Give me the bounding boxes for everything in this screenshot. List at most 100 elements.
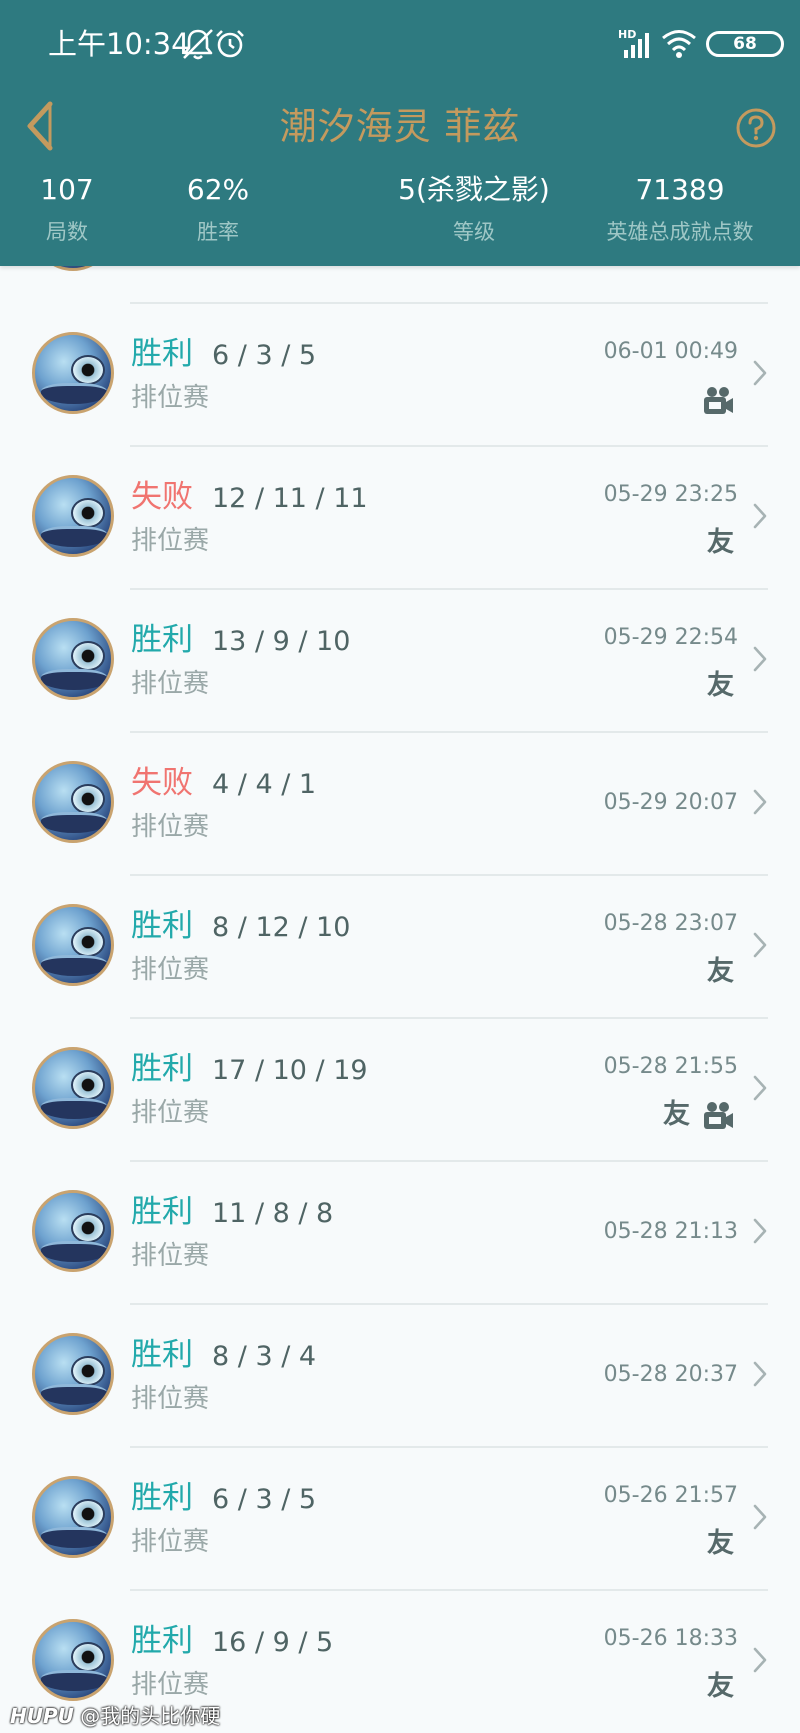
match-badges: 友 [707, 670, 734, 702]
match-time: 05-28 23:07 [603, 911, 738, 936]
match-badges: 友 [707, 527, 734, 559]
match-mode: 排位赛 [131, 1241, 210, 1271]
chevron-right-icon [753, 1361, 767, 1387]
list-item[interactable]: 失败 4 / 4 / 1 排位赛 05-29 20:07 [0, 731, 800, 874]
match-badges [702, 384, 734, 416]
avatar [32, 1476, 114, 1558]
match-list[interactable]: 胜利 6 / 3 / 5 排位赛 06-01 00:49 失败 12 / 11 / 11 排… [0, 159, 800, 1733]
chevron-right-icon [753, 1647, 767, 1673]
match-kda: 8 / 12 / 10 [212, 912, 351, 943]
match-time: 05-28 21:55 [603, 1054, 738, 1079]
match-kda: 12 / 11 / 11 [212, 483, 368, 514]
match-mode: 排位赛 [131, 526, 210, 556]
chevron-right-icon [753, 932, 767, 958]
match-kda: 17 / 10 / 19 [212, 1055, 368, 1086]
row-divider [130, 1589, 768, 1591]
row-divider [130, 588, 768, 590]
avatar [32, 618, 114, 700]
row-divider [130, 1446, 768, 1448]
friend-badge: 友 [707, 670, 734, 701]
avatar [32, 761, 114, 843]
match-badges: 友 [707, 956, 734, 988]
chevron-right-icon [753, 1218, 767, 1244]
match-badges: 友 [663, 1099, 734, 1131]
watermark-brand: HUPU [10, 1704, 74, 1728]
list-item[interactable]: 胜利 8 / 12 / 10 排位赛 05-28 23:07 友 [0, 874, 800, 1017]
back-chevron-icon[interactable] [20, 96, 70, 156]
stat-points-label: 英雄总成就点数 [606, 220, 754, 244]
match-mode: 排位赛 [131, 383, 210, 413]
match-result: 胜利 [131, 1623, 193, 1659]
row-divider [130, 302, 768, 304]
match-mode: 排位赛 [131, 1384, 210, 1414]
battery-icon: 68 [706, 31, 784, 57]
stat-winrate: 62% 胜率 [168, 168, 268, 252]
match-time: 05-28 20:37 [603, 1362, 738, 1387]
chevron-right-icon [753, 503, 767, 529]
match-kda: 4 / 4 / 1 [212, 769, 317, 800]
avatar [32, 1047, 114, 1129]
stat-points: 71389 英雄总成就点数 [590, 168, 770, 252]
match-mode: 排位赛 [131, 1098, 210, 1128]
match-time: 05-29 20:07 [603, 790, 738, 815]
wifi-icon [662, 30, 696, 58]
match-result: 失败 [131, 765, 193, 801]
stat-level-label: 等级 [453, 220, 495, 244]
list-item[interactable]: 胜利 8 / 3 / 4 排位赛 05-28 20:37 [0, 1303, 800, 1446]
row-divider [130, 1303, 768, 1305]
watermark-user: @我的头比你硬 [80, 1704, 221, 1728]
friend-badge: 友 [663, 1099, 690, 1130]
match-kda: 16 / 9 / 5 [212, 1627, 334, 1658]
match-kda: 8 / 3 / 4 [212, 1341, 317, 1372]
status-time: 上午10:34 [48, 27, 190, 61]
match-mode: 排位赛 [131, 1527, 210, 1557]
avatar [32, 332, 114, 414]
match-mode: 排位赛 [131, 955, 210, 985]
match-time: 05-29 22:54 [603, 625, 738, 650]
friend-badge: 友 [707, 1671, 734, 1702]
match-time: 05-29 23:25 [603, 482, 738, 507]
row-divider [130, 1017, 768, 1019]
chevron-right-icon [753, 789, 767, 815]
match-mode: 排位赛 [131, 1670, 210, 1700]
row-divider [130, 445, 768, 447]
row-divider [130, 731, 768, 733]
friend-badge: 友 [707, 1528, 734, 1559]
match-result: 胜利 [131, 1194, 193, 1230]
question-circle-icon[interactable] [734, 106, 778, 150]
match-kda: 11 / 8 / 8 [212, 1198, 334, 1229]
avatar [32, 1619, 114, 1701]
match-result: 失败 [131, 479, 193, 515]
list-item[interactable]: 胜利 11 / 8 / 8 排位赛 05-28 21:13 [0, 1160, 800, 1303]
match-time: 06-01 00:49 [603, 339, 738, 364]
list-item[interactable]: 失败 12 / 11 / 11 排位赛 05-29 23:25 友 [0, 445, 800, 588]
stat-games-label: 局数 [46, 220, 88, 244]
match-result: 胜利 [131, 1480, 193, 1516]
avatar [32, 1190, 114, 1272]
status-bar: 上午10:34 HD 68 [0, 0, 800, 86]
watermark: HUPU @我的头比你硬 [10, 1703, 220, 1729]
stat-level: 5(杀戮之影) 等级 [364, 168, 584, 252]
match-result: 胜利 [131, 622, 193, 658]
stat-games: 107 局数 [22, 168, 112, 252]
battery-level: 68 [733, 34, 757, 54]
match-result: 胜利 [131, 1337, 193, 1373]
match-result: 胜利 [131, 336, 193, 372]
alarm-icon [216, 30, 244, 58]
match-mode: 排位赛 [131, 669, 210, 699]
chevron-right-icon [753, 1075, 767, 1101]
row-divider [130, 874, 768, 876]
page-title: 潮汐海灵 菲兹 [279, 105, 521, 148]
list-item[interactable]: 胜利 6 / 3 / 5 排位赛 05-26 21:57 友 [0, 1446, 800, 1589]
stat-games-value: 107 [40, 173, 94, 206]
list-item[interactable]: 胜利 6 / 3 / 5 排位赛 06-01 00:49 [0, 302, 800, 445]
match-kda: 6 / 3 / 5 [212, 1484, 317, 1515]
match-mode: 排位赛 [131, 812, 210, 842]
stat-winrate-value: 62% [186, 173, 250, 206]
chevron-right-icon [753, 360, 767, 386]
avatar [32, 1333, 114, 1415]
list-item[interactable]: 胜利 17 / 10 / 19 排位赛 05-28 21:55 友 [0, 1017, 800, 1160]
list-item[interactable]: 胜利 13 / 9 / 10 排位赛 05-29 22:54 友 [0, 588, 800, 731]
match-time: 05-28 21:13 [603, 1219, 738, 1244]
app-header: 上午10:34 HD 68 潮汐海灵 菲兹 107 局数 62% 胜率 5(杀戮… [0, 0, 800, 266]
